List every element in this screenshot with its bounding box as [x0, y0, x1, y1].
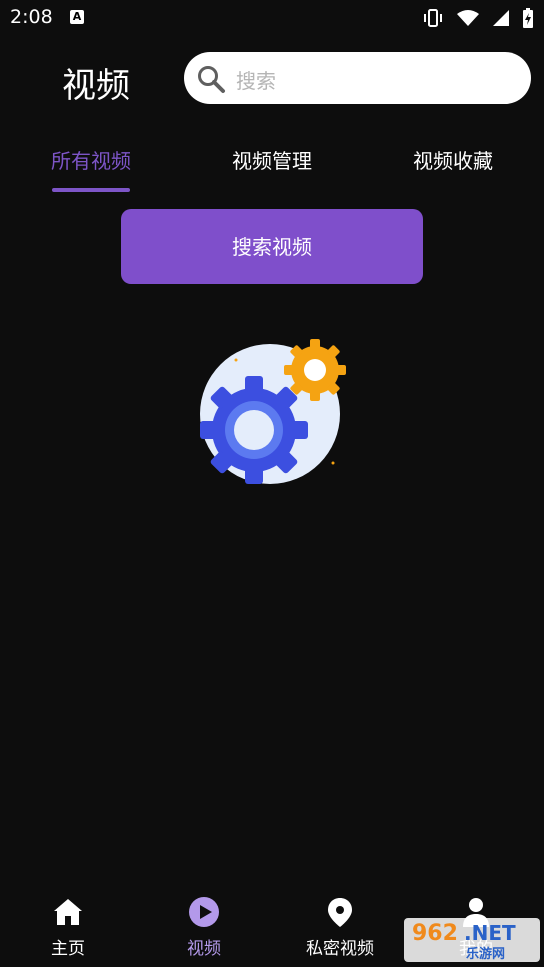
tab-video-favorites[interactable]: 视频收藏	[383, 145, 523, 174]
nav-label-home: 主页	[51, 939, 85, 959]
home-icon	[54, 899, 82, 925]
status-bar: 2:08 A	[0, 0, 544, 38]
svg-text:.NET: .NET	[464, 921, 516, 945]
play-icon	[189, 897, 219, 927]
battery-icon	[523, 8, 533, 28]
tab-active-indicator	[52, 188, 130, 192]
location-pin-icon	[328, 898, 352, 927]
tab-bar: 所有视频 视频管理 视频收藏	[0, 130, 544, 194]
nav-label-video: 视频	[187, 939, 221, 959]
tab-video-management[interactable]: 视频管理	[202, 145, 342, 174]
status-time: 2:08	[10, 6, 53, 28]
svg-text:乐游网: 乐游网	[466, 946, 505, 962]
signal-icon	[493, 10, 509, 26]
nav-label-private-video: 私密视频	[306, 939, 374, 959]
tab-all-videos[interactable]: 所有视频	[21, 145, 161, 174]
nav-item-private-video[interactable]: 私密视频	[290, 896, 390, 959]
gears-icon	[200, 339, 346, 484]
svg-text:962: 962	[412, 921, 458, 946]
nav-item-home[interactable]: 主页	[18, 896, 118, 959]
status-icons	[422, 8, 534, 28]
search-video-button[interactable]: 搜索视频	[121, 209, 423, 284]
search-icon	[198, 66, 225, 93]
wifi-icon	[457, 10, 479, 26]
nav-item-video[interactable]: 视频	[154, 896, 254, 959]
search-placeholder: 搜索	[236, 69, 276, 93]
watermark-logo: 962 .NET 乐游网	[404, 918, 540, 962]
vibrate-icon	[424, 9, 442, 27]
notification-icon: A	[70, 10, 84, 24]
page-title: 视频	[62, 66, 130, 106]
search-input[interactable]: 搜索	[184, 52, 531, 104]
